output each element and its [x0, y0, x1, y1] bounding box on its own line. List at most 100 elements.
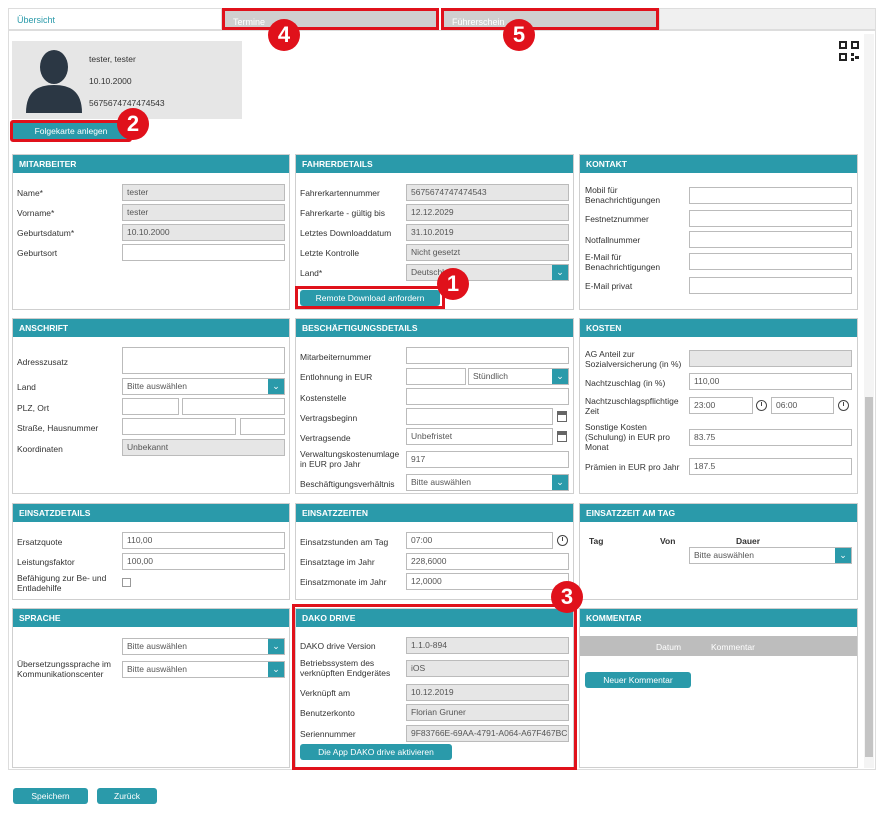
other-costs-field[interactable]: 83.75	[689, 429, 852, 446]
address-addition-label: Adresszusatz	[17, 357, 69, 367]
save-button[interactable]: Speichern	[13, 788, 88, 804]
activate-dako-button-label: Die App DAKO drive aktivieren	[318, 747, 434, 757]
birthplace-field[interactable]	[122, 244, 285, 261]
device-os-field[interactable]: iOS	[406, 660, 569, 677]
performance-factor-label: Leistungsfaktor	[17, 557, 75, 567]
work-hours-field[interactable]: 07:00	[406, 532, 553, 549]
chevron-down-icon: ⌄	[552, 369, 568, 384]
dako-version-field[interactable]: 1.1.0-894	[406, 637, 569, 654]
last-control-label: Letzte Kontrolle	[300, 248, 360, 258]
dob-field[interactable]: 10.10.2000	[122, 224, 285, 241]
language-select-1[interactable]: Bitte auswählen ⌄	[122, 638, 285, 655]
landline-field[interactable]	[689, 210, 852, 227]
night-to-field[interactable]: 06:00	[771, 397, 834, 414]
callout-badge-1: 1	[437, 268, 469, 300]
employee-number-field[interactable]	[406, 347, 569, 364]
last-download-label: Letztes Downloaddatum	[300, 228, 392, 238]
street-field[interactable]	[122, 418, 236, 435]
pay-field[interactable]	[406, 368, 466, 385]
bonus-field[interactable]: 187.5	[689, 458, 852, 475]
pay-label: Entlohnung in EUR	[300, 372, 373, 382]
contract-end-field[interactable]: Unbefristet	[406, 428, 553, 445]
admin-levy-field[interactable]: 917	[406, 451, 569, 468]
address-country-select[interactable]: Bitte auswählen ⌄	[122, 378, 285, 395]
remote-download-button[interactable]: Remote Download anfordern	[300, 290, 440, 306]
work-months-field[interactable]: 12,0000	[406, 573, 569, 590]
clock-icon[interactable]	[557, 535, 568, 546]
scrollbar-thumb[interactable]	[865, 397, 873, 757]
clock-icon[interactable]	[756, 400, 767, 411]
duration-select[interactable]: Bitte auswählen ⌄	[689, 547, 852, 564]
user-account-field[interactable]: Florian Gruner	[406, 704, 569, 721]
email-notify-field[interactable]	[689, 253, 852, 270]
performance-factor-field[interactable]: 100,00	[122, 553, 285, 570]
emergency-label: Notfallnummer	[585, 235, 641, 245]
cost-center-field[interactable]	[406, 388, 569, 405]
night-surcharge-field[interactable]: 110,00	[689, 373, 852, 390]
coordinates-field[interactable]: Unbekannt	[122, 439, 285, 456]
country-select[interactable]: Deutschland ⌄	[406, 264, 569, 281]
work-days-label: Einsatztage im Jahr	[300, 557, 375, 567]
last-control-field[interactable]: Nicht gesetzt	[406, 244, 569, 261]
quota-field[interactable]: 110,00	[122, 532, 285, 549]
city-field[interactable]	[182, 398, 285, 415]
other-costs-label: Sonstige Kosten (Schulung) in EUR pro Mo…	[585, 422, 671, 452]
serial-number-field[interactable]: 9F83766E-69AA-4791-A064-A67F467BC	[406, 725, 569, 742]
panel-einsatzdetails-title: EINSATZDETAILS	[13, 504, 289, 522]
avatar	[26, 50, 82, 113]
qr-code-icon[interactable]	[839, 41, 859, 61]
night-from-field[interactable]: 23:00	[689, 397, 753, 414]
house-number-field[interactable]	[240, 418, 285, 435]
emergency-field[interactable]	[689, 231, 852, 248]
mobile-label: Mobil für Benachrichtigungen	[585, 185, 661, 205]
contract-start-field[interactable]	[406, 408, 553, 425]
clock-icon[interactable]	[838, 400, 849, 411]
card-number-field[interactable]: 5675674747474543	[406, 184, 569, 201]
scrollbar-track[interactable]	[864, 34, 874, 768]
language-select-2[interactable]: Bitte auswählen ⌄	[122, 661, 285, 678]
new-comment-button[interactable]: Neuer Kommentar	[585, 672, 691, 688]
panel-anschrift-title: ANSCHRIFT	[13, 319, 289, 337]
back-button[interactable]: Zurück	[97, 788, 157, 804]
work-days-field[interactable]: 228,6000	[406, 553, 569, 570]
new-comment-button-label: Neuer Kommentar	[603, 675, 673, 685]
card-valid-field[interactable]: 12.12.2029	[406, 204, 569, 221]
loading-help-checkbox[interactable]	[122, 578, 131, 587]
calendar-icon[interactable]	[557, 411, 567, 422]
address-addition-field[interactable]	[122, 347, 285, 374]
name-field[interactable]: tester	[122, 184, 285, 201]
calendar-icon[interactable]	[557, 431, 567, 442]
mobile-field[interactable]	[689, 187, 852, 204]
linked-on-field[interactable]: 10.12.2019	[406, 684, 569, 701]
panel-fahrerdetails-title: FAHRERDETAILS	[296, 155, 573, 173]
employment-relation-select[interactable]: Bitte auswählen ⌄	[406, 474, 569, 491]
activate-dako-button[interactable]: Die App DAKO drive aktivieren	[300, 744, 452, 760]
tab-license-label: Führerschein	[452, 17, 505, 27]
name-label: Name*	[17, 188, 43, 198]
tab-appointments[interactable]: Termine	[222, 8, 439, 30]
col-day-header: Tag	[589, 536, 604, 546]
tab-overview[interactable]: Übersicht	[8, 8, 222, 30]
save-button-label: Speichern	[31, 791, 70, 801]
email-private-label: E-Mail privat	[585, 281, 633, 291]
email-private-field[interactable]	[689, 277, 852, 294]
panel-kosten-title: KOSTEN	[580, 319, 857, 337]
remote-download-label: Remote Download anfordern	[315, 293, 425, 303]
panel-einsatzzeiten-title: EINSATZZEITEN	[296, 504, 573, 522]
firstname-field[interactable]: tester	[122, 204, 285, 221]
pay-unit-select[interactable]: Stündlich ⌄	[468, 368, 569, 385]
followup-card-button[interactable]: Folgekarte anlegen	[10, 120, 132, 142]
panel-kontakt-title: KONTAKT	[580, 155, 857, 173]
tab-overview-label: Übersicht	[17, 15, 56, 25]
coordinates-label: Koordinaten	[17, 444, 63, 454]
zip-field[interactable]	[122, 398, 179, 415]
callout-badge-3: 3	[551, 581, 583, 613]
zip-city-label: PLZ, Ort	[17, 403, 50, 413]
callout-badge-2: 2	[117, 108, 149, 140]
followup-card-button-label: Folgekarte anlegen	[34, 126, 108, 136]
linked-on-label: Verknüpft am	[300, 688, 351, 698]
last-download-field[interactable]: 31.10.2019	[406, 224, 569, 241]
tab-license[interactable]: Führerschein	[441, 8, 659, 30]
birthplace-label: Geburtsort	[17, 248, 58, 258]
ag-share-field[interactable]	[689, 350, 852, 367]
